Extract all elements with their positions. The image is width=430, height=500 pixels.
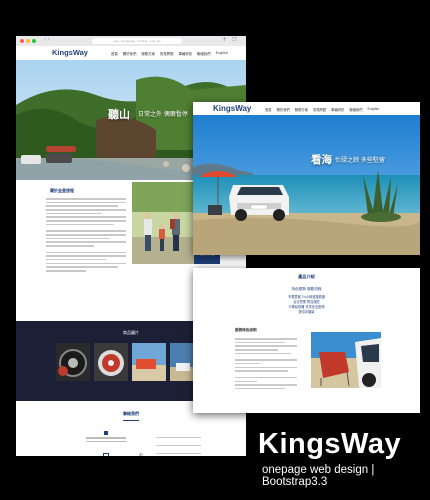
back-arrow-icon[interactable]: ‹ › [44,37,50,43]
form-field[interactable] [156,434,201,438]
form-field[interactable] [156,450,201,454]
nav-menu: 首頁 關於我們 服務方案 常見問題 車輛資訊 聯絡我們 English [111,51,228,56]
contact-phone-block: ✆ [131,453,151,456]
beach-chair-photo [311,332,381,388]
nav-item[interactable]: 關於我們 [277,107,290,112]
nav-item[interactable]: 首頁 [265,107,272,112]
nav-item[interactable]: 車輛資訊 [178,51,192,56]
location-icon [104,431,108,435]
maximize-icon[interactable] [32,39,36,43]
contact-divider [123,420,139,421]
nav-item[interactable]: 聯絡我們 [197,51,211,56]
hero-title: 聽山 [108,108,130,121]
site-logo[interactable]: KingsWay [52,48,88,57]
minimize-icon[interactable] [26,39,30,43]
service-list-text [235,338,297,392]
tabs-icon[interactable]: ❐ [232,37,236,43]
hero-title-2: 看海 [311,154,332,166]
nav-item[interactable]: 車輛資訊 [331,107,344,112]
nav-item[interactable]: English [368,107,380,112]
front-site-hero: KingsWay 首頁 關於我們 服務方案 常見問題 車輛資訊 聯絡我們 English 看… [193,102,420,255]
nav-item[interactable]: 服務方案 [295,107,308,112]
nav-item[interactable]: 常見問題 [313,107,326,112]
nav-item[interactable]: English [216,51,228,56]
brand-title: KingsWay [258,428,402,460]
family-photo [132,182,198,264]
site-navbar-2: KingsWay 首頁 關於我們 服務方案 常見問題 車輛資訊 聯絡我們 English [193,102,420,115]
hero-subtitle: 日常之外 偶爾暫停 [138,111,188,118]
browser-chrome: ‹ › www.kingsway-rental.com.tw + ❐ [16,36,246,46]
mail-icon [103,453,109,456]
hero-subtitle-2: 忙碌之餘 多些駐留 [335,157,385,164]
address-bar[interactable]: www.kingsway-rental.com.tw [92,38,182,44]
site-navbar: KingsWay 首頁 關於我們 服務方案 常見問題 車輛資訊 聯絡我們 English [16,46,246,61]
brand-tagline: onepage web design | Bootstrap3.3 [262,464,375,488]
features-title: 產品介紹 [298,274,315,279]
form-field[interactable] [156,442,201,446]
service-list-title: 服務特色說明 [235,328,257,332]
sea-photo [193,115,420,255]
about-text [46,198,126,274]
new-tab-icon[interactable]: + [222,36,227,43]
site-logo-2[interactable]: KingsWay [213,104,251,113]
phone-icon: ✆ [138,453,144,456]
nav-item[interactable]: 服務方案 [141,51,155,56]
about-title: 關於金皇旅程 [50,188,74,193]
nav-item[interactable]: 聯絡我們 [349,107,362,112]
nav-menu-2: 首頁 關於我們 服務方案 常見問題 車輛資訊 聯絡我們 English [265,107,379,112]
close-icon[interactable] [20,39,24,43]
gallery-badge [58,366,68,376]
feature-item: 提供手機架 [298,310,315,314]
nav-item[interactable]: 常見問題 [160,51,174,56]
contact-form [156,434,201,456]
contact-mail-block [86,453,126,456]
features-list: 不限里程 24小時道路救援 合法營業 附加保險 行車紀錄器 兒童安全座椅 提供手機架 [193,295,420,315]
front-site-features: 產品介紹 特色優勢 服務流程 不限里程 24小時道路救援 合法營業 附加保險 行車紀… [193,268,420,413]
nav-item[interactable]: 首頁 [111,51,118,56]
nav-item[interactable]: 關於我們 [123,51,137,56]
features-subtitle: 特色優勢 服務流程 [291,287,322,291]
contact-info-block [86,431,126,451]
